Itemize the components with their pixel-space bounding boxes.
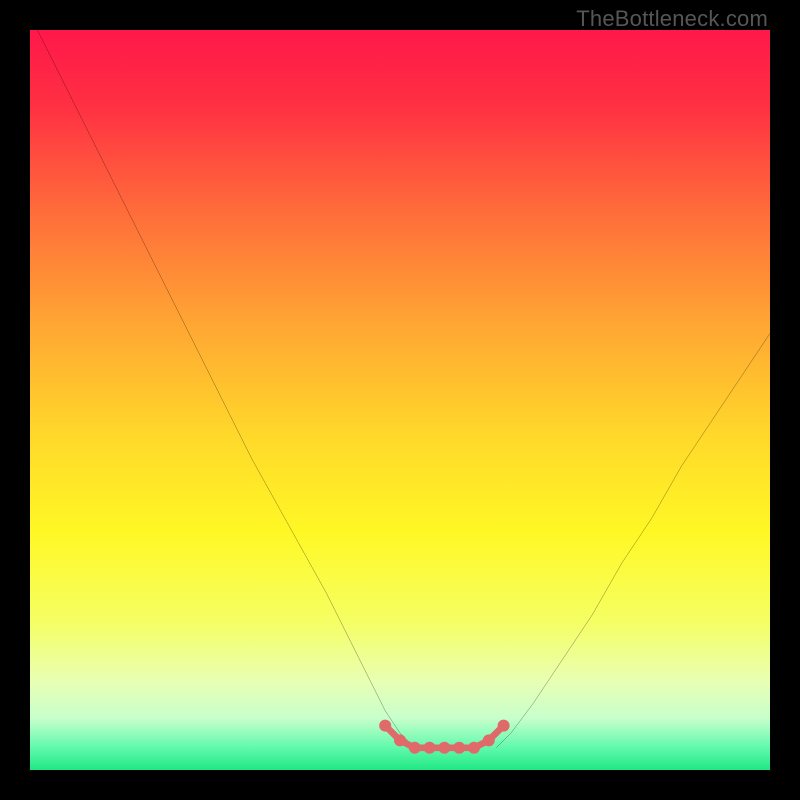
- trough-marker: [453, 742, 465, 754]
- chart-frame: TheBottleneck.com: [0, 0, 800, 800]
- bottleneck-chart: [30, 30, 770, 770]
- trough-marker: [468, 742, 480, 754]
- watermark-text: TheBottleneck.com: [576, 6, 768, 32]
- trough-marker: [379, 720, 391, 732]
- trough-marker: [498, 720, 510, 732]
- trough-marker: [394, 734, 406, 746]
- trough-marker: [483, 734, 495, 746]
- trough-marker: [438, 742, 450, 754]
- chart-background: [30, 30, 770, 770]
- trough-marker: [409, 742, 421, 754]
- trough-marker: [424, 742, 436, 754]
